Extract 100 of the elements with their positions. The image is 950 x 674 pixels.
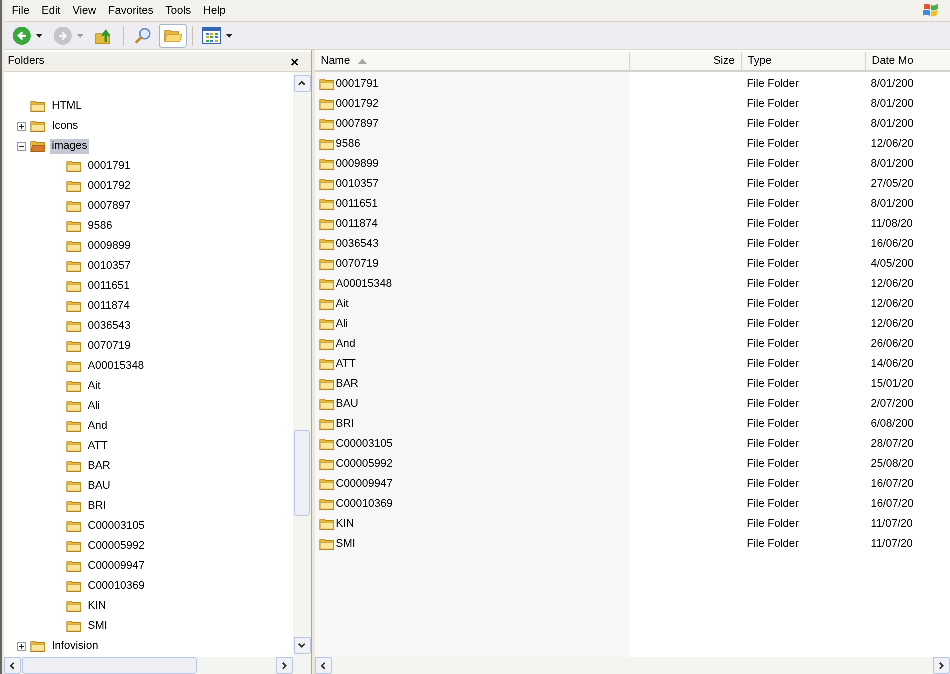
file-name[interactable]: 0001792 (336, 96, 379, 112)
tree-item[interactable]: HTML (12, 98, 84, 114)
file-name[interactable]: 0036543 (336, 236, 379, 252)
folder-icon (319, 238, 335, 250)
tree-item[interactable]: C00003105 (66, 518, 147, 534)
tree-item[interactable]: 0001791 (66, 158, 133, 174)
tree-item[interactable]: 0070719 (66, 338, 133, 354)
file-name[interactable]: C00009947 (336, 476, 393, 492)
file-name[interactable]: ATT (336, 356, 356, 372)
folder-icon (319, 338, 335, 350)
menu-item[interactable]: Help (197, 2, 232, 20)
file-name[interactable]: 0070719 (336, 256, 379, 272)
file-name[interactable]: 0007897 (336, 116, 379, 132)
file-name[interactable]: Ait (336, 296, 349, 312)
column-header[interactable]: Type (741, 52, 865, 70)
column-header[interactable]: Date Mo (865, 52, 950, 70)
tree-item[interactable]: 9586 (66, 218, 114, 234)
menu-item[interactable]: Tools (160, 2, 198, 20)
caret-icon (226, 34, 233, 38)
table-cell-text: 11/07/20 (871, 516, 914, 532)
file-name[interactable]: And (336, 336, 356, 352)
scroll-left-button[interactable] (315, 657, 332, 674)
tree-item[interactable]: BRI (66, 498, 108, 514)
tree-item[interactable]: BAR (66, 458, 113, 474)
tree-item[interactable]: 0010357 (66, 258, 133, 274)
table-cell-text: 12/06/20 (871, 316, 914, 332)
plus-box-icon[interactable] (16, 122, 26, 130)
folder-icon (66, 320, 82, 332)
minus-box-icon[interactable] (16, 142, 26, 150)
folders-button[interactable] (159, 24, 187, 48)
table-cell-text: File Folder (747, 296, 799, 312)
folder-icon (319, 138, 335, 150)
folder-icon (30, 100, 46, 112)
file-name[interactable]: BAU (336, 396, 359, 412)
file-name[interactable]: Ali (336, 316, 348, 332)
menu-item[interactable]: Edit (36, 2, 67, 20)
file-name[interactable]: SMI (336, 536, 356, 552)
scroll-thumb[interactable] (294, 430, 310, 516)
table-cell-text: 12/06/20 (871, 136, 914, 152)
tree-item[interactable]: 0007897 (66, 198, 133, 214)
tree-item[interactable]: Ait (66, 378, 103, 394)
scroll-down-button[interactable] (294, 637, 310, 654)
file-name[interactable]: 0001791 (336, 76, 379, 92)
close-button[interactable]: × (290, 54, 299, 68)
file-name[interactable]: A00015348 (336, 276, 392, 292)
sort-up-icon (358, 58, 368, 64)
file-name[interactable]: C00010369 (336, 496, 393, 512)
scroll-left-button[interactable] (4, 657, 21, 674)
column-header[interactable]: Size (629, 52, 741, 70)
file-name[interactable]: 0011874 (336, 216, 378, 232)
table-cell-text: 15/01/20 (871, 376, 914, 392)
tree-item[interactable]: Infovision (12, 638, 100, 654)
scroll-thumb[interactable] (22, 657, 197, 674)
table-cell-text: File Folder (747, 156, 799, 172)
tree-item[interactable]: C00009947 (66, 558, 147, 574)
table-cell-text: 16/07/20 (871, 476, 914, 492)
table-cell-text: File Folder (747, 216, 799, 232)
menu-item[interactable]: File (6, 2, 36, 20)
pane-title: Folders (8, 54, 45, 70)
file-name[interactable]: BRI (336, 416, 354, 432)
tree-item[interactable]: Icons (12, 118, 80, 134)
tree-item[interactable]: 0036543 (66, 318, 133, 334)
tree-item[interactable]: 0011874 (66, 298, 132, 314)
tree-item[interactable]: C00010369 (66, 578, 147, 594)
open-folder-icon (30, 140, 46, 152)
tree-item[interactable]: SMI (66, 618, 110, 634)
tree-item[interactable]: And (66, 418, 110, 434)
tree-item[interactable]: Ali (66, 398, 102, 414)
plus-box-icon[interactable] (16, 642, 26, 650)
file-name[interactable]: C00003105 (336, 436, 393, 452)
file-name[interactable]: 0009899 (336, 156, 379, 172)
table-cell-text: File Folder (747, 196, 799, 212)
folder-icon (66, 440, 82, 452)
scroll-up-button[interactable] (294, 75, 310, 92)
file-name[interactable]: C00005992 (336, 456, 393, 472)
file-name[interactable]: 9586 (336, 136, 360, 152)
file-name[interactable]: BAR (336, 376, 359, 392)
tree-item[interactable]: C00005992 (66, 538, 147, 554)
tree-item[interactable]: 0001792 (66, 178, 133, 194)
file-name[interactable]: 0010357 (336, 176, 379, 192)
file-name[interactable]: KIN (336, 516, 354, 532)
tree-item[interactable]: KIN (66, 598, 108, 614)
folder-icon (319, 398, 335, 410)
folder-icon (319, 258, 335, 270)
tree-item[interactable]: ATT (66, 438, 110, 454)
table-cell-text: File Folder (747, 376, 799, 392)
menu-item[interactable]: Favorites (102, 2, 160, 20)
tree-item[interactable]: BAU (66, 478, 113, 494)
scroll-right-button[interactable] (933, 657, 950, 674)
tree-item[interactable]: 0009899 (66, 238, 133, 254)
column-header[interactable]: Name (315, 52, 629, 70)
table-cell-text: File Folder (747, 456, 799, 472)
folder-icon (66, 540, 82, 552)
scroll-right-button[interactable] (276, 657, 293, 674)
file-name[interactable]: 0011651 (336, 196, 378, 212)
tree-item[interactable]: A00015348 (66, 358, 146, 374)
views-grid-icon (202, 26, 222, 44)
tree-item[interactable]: 0011651 (66, 278, 132, 294)
table-cell-text: 16/06/20 (871, 236, 914, 252)
menu-item[interactable]: View (66, 2, 102, 20)
